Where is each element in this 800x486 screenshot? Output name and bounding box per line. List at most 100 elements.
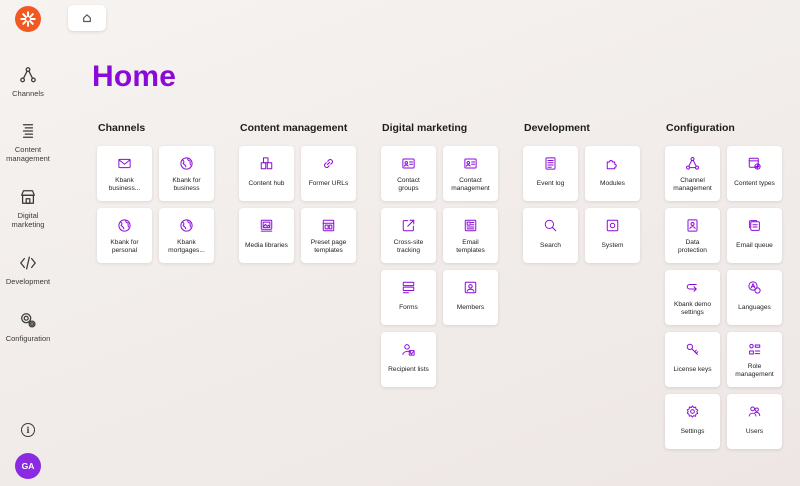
tile-label: Cross-site tracking [393,239,424,254]
home-breadcrumb-button[interactable] [68,5,106,31]
globe-icon [180,157,193,170]
tile-label: Kbank for personal [110,239,139,254]
tile-modules[interactable]: Modules [585,146,640,201]
arrow-return-icon [686,284,697,292]
content-types-icon [748,157,761,170]
tile-role-management[interactable]: Role management [727,332,782,387]
content-hub-icon [260,157,273,170]
tile-contact-management[interactable]: Contact management [443,146,498,201]
nav-label-digital-marketing: Digital marketing [11,211,45,229]
tile-languages[interactable]: Languages [727,270,782,325]
tile-label: Search [540,242,561,249]
tile-kbank-demo-settings[interactable]: Kbank demo settings [665,270,720,325]
page-title: Home [92,60,177,93]
left-rail: Channels Content management Digital mark… [0,0,56,486]
section-title: Channels [98,122,146,134]
tile-system[interactable]: System [585,208,640,263]
contact-card-icon [402,158,415,169]
tile-kbank-mortgages[interactable]: Kbank mortgages... [159,208,214,263]
tile-search[interactable]: Search [523,208,578,263]
tile-grid: Channel management Content types Data prot… [665,146,782,449]
user-avatar[interactable]: GA [15,453,41,479]
channels-icon [686,157,699,170]
tile-grid: Event log Modules Search System [523,146,640,263]
tile-recipient-lists[interactable]: Recipient lists [381,332,436,387]
tile-label: Contact management [451,177,490,192]
nav-label-channels: Channels [12,89,44,98]
tile-label: Modules [600,180,625,187]
section-channels: Channels Kbank business... Kbank for busin… [97,122,214,263]
tile-settings[interactable]: Settings [665,394,720,449]
nav-digital-marketing[interactable]: Digital marketing [0,188,56,229]
info-icon[interactable]: i [21,423,35,437]
tile-media-libraries[interactable]: Media libraries [239,208,294,263]
tile-label: Channel management [673,177,712,192]
languages-icon [748,281,761,294]
mail-icon [118,158,131,169]
tile-label: Email queue [736,242,773,249]
development-icon [20,256,36,270]
tile-kbank-business[interactable]: Kbank business... [97,146,152,201]
digital-marketing-icon [21,190,35,204]
tile-label: Users [745,428,764,435]
email-template-icon [464,219,477,232]
tile-forms[interactable]: Forms [381,270,436,325]
nav-label-content-management: Content management [6,145,50,163]
nav-configuration[interactable]: Configuration [0,311,56,343]
tile-email-templates[interactable]: Email templates [443,208,498,263]
tile-label: Contact groups [397,177,420,192]
media-library-icon [260,219,273,232]
tile-email-queue[interactable]: Email queue [727,208,782,263]
recipient-list-icon [402,344,415,356]
gear-icon [686,405,699,418]
tile-content-types[interactable]: Content types [727,146,782,201]
tile-contact-groups[interactable]: Contact groups [381,146,436,201]
contact-card-icon [464,158,477,169]
tile-label: Forms [399,304,418,311]
tile-label: Media libraries [245,242,288,249]
email-queue-icon [749,220,760,231]
page-template-icon [322,219,335,232]
globe-icon [180,219,193,232]
tile-channel-management[interactable]: Channel management [665,146,720,201]
tile-label: Data protection [678,239,707,254]
tile-cross-site-tracking[interactable]: Cross-site tracking [381,208,436,263]
key-icon [686,343,699,355]
document-icon [545,157,556,170]
nav-channels[interactable]: Channels [0,66,56,98]
kentico-logo-icon[interactable] [15,6,41,32]
section-title: Content management [240,122,348,134]
section-configuration: Configuration Channel management Content t… [665,122,782,449]
channels-icon [20,67,36,83]
tile-data-protection[interactable]: Data protection [665,208,720,263]
role-icon [749,343,761,355]
configuration-icon [21,313,36,328]
tile-label: Role management [735,363,774,378]
tile-label: Kbank mortgages... [168,239,205,254]
tile-preset-page-templates[interactable]: Preset page templates [301,208,356,263]
forms-icon [402,281,415,294]
puzzle-icon [606,160,617,170]
nav-content-management[interactable]: Content management [0,122,56,163]
tile-members[interactable]: Members [443,270,498,325]
tile-label: Email templates [456,239,485,254]
tile-content-hub[interactable]: Content hub [239,146,294,201]
users-icon [748,406,761,417]
nav-label-configuration: Configuration [5,334,51,343]
search-icon [544,219,557,232]
tile-label: Kbank for business [172,177,201,192]
nav-development[interactable]: Development [0,254,56,286]
tile-former-urls[interactable]: Former URLs [301,146,356,201]
tile-label: Kbank business... [108,177,141,192]
tile-label: License keys [673,366,712,373]
tile-kbank-for-personal[interactable]: Kbank for personal [97,208,152,263]
tile-kbank-for-business[interactable]: Kbank for business [159,146,214,201]
tile-label: Event log [536,180,565,187]
tile-license-keys[interactable]: License keys [665,332,720,387]
external-link-icon [402,219,415,232]
tile-label: Content types [734,180,775,187]
tile-grid: Contact groups Contact management Cross-si… [381,146,498,387]
tile-event-log[interactable]: Event log [523,146,578,201]
tile-grid: Kbank business... Kbank for business Kbank… [97,146,214,263]
tile-users[interactable]: Users [727,394,782,449]
